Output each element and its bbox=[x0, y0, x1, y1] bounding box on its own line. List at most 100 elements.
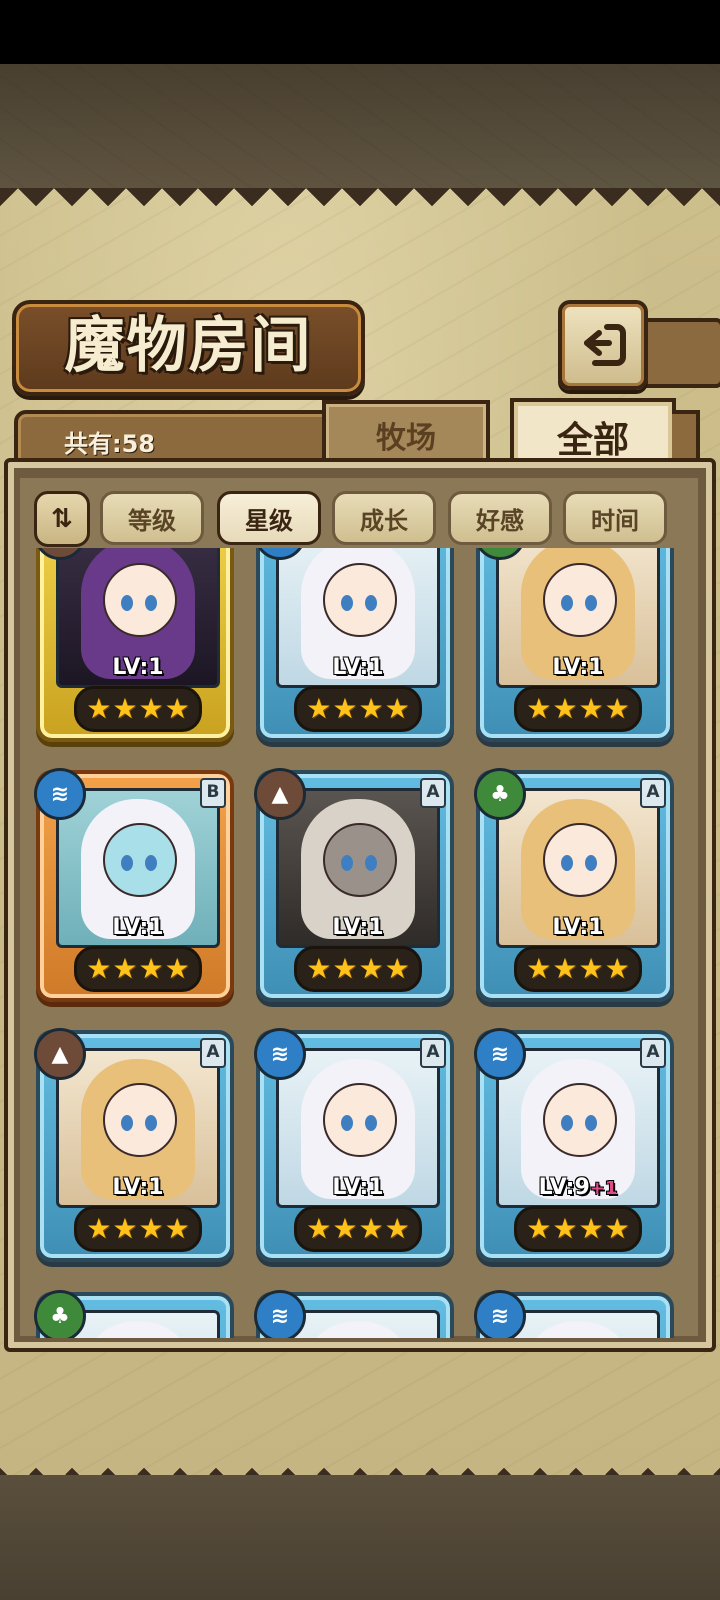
monster-level-text: LV:1 bbox=[552, 655, 604, 680]
monster-portrait: LV:1 bbox=[56, 788, 220, 948]
star-icon: ★ bbox=[604, 692, 630, 725]
monster-card[interactable]: LV:1A♣★★★★ bbox=[474, 548, 674, 742]
star-icon: ★ bbox=[526, 692, 552, 725]
monster-card[interactable]: LV:1A≋★★★★ bbox=[254, 1028, 454, 1262]
monster-rank-badge: A bbox=[640, 1038, 666, 1068]
star-icon: ★ bbox=[86, 952, 112, 985]
monster-card[interactable]: LV:9+1 A ≋ ★ ★ ★ ★ bbox=[474, 1028, 674, 1262]
monster-level: LV:1 bbox=[499, 915, 657, 940]
map-background-bottom bbox=[0, 1475, 720, 1600]
monster-eye-left bbox=[121, 855, 133, 871]
star-rating: ★ ★ ★ ★ bbox=[294, 1206, 422, 1252]
monster-eye-left bbox=[561, 1115, 573, 1131]
star-icon: ★ bbox=[138, 692, 164, 725]
star-icon: ★ bbox=[112, 692, 138, 725]
monster-face bbox=[323, 1083, 397, 1157]
star-rating: ★ ★ ★ ★ bbox=[514, 686, 642, 732]
monster-card[interactable]: ≋ bbox=[474, 1290, 674, 1338]
monster-portrait: LV:1 bbox=[276, 548, 440, 688]
monster-card[interactable]: LV:1A♣★★★★ bbox=[474, 768, 674, 1002]
sort-by-growth-button[interactable]: 成长 bbox=[332, 491, 436, 545]
monster-level-text: LV:9 bbox=[538, 1175, 590, 1200]
monster-list[interactable]: LV:1B▲★★★★LV:1A≋★★★★LV:1A♣★★★★LV:1B≋★★★★… bbox=[24, 548, 694, 1338]
monster-portrait: LV:1 bbox=[496, 548, 660, 688]
star-icon: ★ bbox=[578, 692, 604, 725]
sort-by-level-button[interactable]: 等级 bbox=[100, 491, 204, 545]
monster-eye-left bbox=[341, 595, 353, 611]
star-icon: ★ bbox=[358, 952, 384, 985]
star-icon: ★ bbox=[526, 952, 552, 985]
star-rating: ★ ★ ★ ★ bbox=[294, 946, 422, 992]
monster-eye-left bbox=[121, 1115, 133, 1131]
monster-level-text: LV:1 bbox=[332, 915, 384, 940]
sort-direction-toggle[interactable]: ⇅ bbox=[34, 491, 90, 547]
star-icon: ★ bbox=[112, 1212, 138, 1245]
star-rating: ★ ★ ★ ★ bbox=[514, 946, 642, 992]
back-button[interactable] bbox=[558, 300, 648, 390]
monster-level: LV:1 bbox=[59, 915, 217, 940]
sort-by-affection-button[interactable]: 好感 bbox=[448, 491, 552, 545]
monster-face bbox=[103, 563, 177, 637]
star-icon: ★ bbox=[578, 1212, 604, 1245]
star-icon: ★ bbox=[164, 692, 190, 725]
monster-card[interactable]: ≋ bbox=[254, 1290, 454, 1338]
monster-hair bbox=[81, 1321, 195, 1338]
earth-element-icon: ▲ bbox=[254, 768, 306, 820]
monster-rank-badge: A bbox=[420, 778, 446, 808]
monster-level: LV:1 bbox=[59, 655, 217, 680]
star-rating: ★ ★ ★ ★ bbox=[74, 946, 202, 992]
page-title: 魔物房间 bbox=[64, 311, 313, 381]
monster-face bbox=[543, 1083, 617, 1157]
monster-portrait: LV:1 bbox=[276, 1048, 440, 1208]
star-icon: ★ bbox=[604, 952, 630, 985]
monster-level: LV:1 bbox=[59, 1175, 217, 1200]
monster-card[interactable]: LV:1A≋★★★★ bbox=[254, 548, 454, 742]
monster-hair bbox=[301, 1321, 415, 1338]
star-icon: ★ bbox=[552, 1212, 578, 1245]
sort-by-time-button[interactable]: 时间 bbox=[563, 491, 667, 545]
star-icon: ★ bbox=[552, 692, 578, 725]
star-icon: ★ bbox=[332, 692, 358, 725]
panel-edge-top bbox=[0, 188, 720, 224]
earth-element-icon: ▲ bbox=[34, 1028, 86, 1080]
sort-by-star-button[interactable]: 星级 bbox=[217, 491, 321, 545]
monster-level-text: LV:1 bbox=[112, 655, 164, 680]
title-plate: 魔物房间 bbox=[12, 300, 365, 396]
star-icon: ★ bbox=[332, 952, 358, 985]
monster-eye-left bbox=[121, 595, 133, 611]
monster-level: LV:9+1 bbox=[499, 1175, 657, 1200]
wood-element-icon: ♣ bbox=[34, 1290, 86, 1338]
monster-eye-right bbox=[585, 595, 597, 611]
monster-face bbox=[323, 563, 397, 637]
monster-level: LV:1 bbox=[279, 1175, 437, 1200]
water-element-icon: ≋ bbox=[254, 1028, 306, 1080]
star-rating: ★ ★ ★ ★ bbox=[74, 1206, 202, 1252]
star-icon: ★ bbox=[138, 1212, 164, 1245]
star-icon: ★ bbox=[578, 952, 604, 985]
monster-card[interactable]: ♣ bbox=[34, 1290, 234, 1338]
monster-eye-right bbox=[365, 1115, 377, 1131]
monster-eye-left bbox=[341, 855, 353, 871]
monster-level-bonus: +1 bbox=[589, 1178, 618, 1199]
monster-eye-right bbox=[365, 595, 377, 611]
monster-face bbox=[543, 563, 617, 637]
monster-level: LV:1 bbox=[279, 915, 437, 940]
monster-portrait: LV:1 bbox=[276, 788, 440, 948]
monster-face bbox=[323, 823, 397, 897]
star-icon: ★ bbox=[138, 952, 164, 985]
water-element-icon: ≋ bbox=[34, 768, 86, 820]
star-icon: ★ bbox=[358, 1212, 384, 1245]
monster-card[interactable]: LV:1B▲★★★★ bbox=[34, 548, 234, 742]
monster-level-text: LV:1 bbox=[332, 1175, 384, 1200]
monster-card[interactable]: LV:1 A ▲ ★ ★ ★ ★ bbox=[34, 1028, 234, 1262]
star-icon: ★ bbox=[358, 692, 384, 725]
monster-card[interactable]: LV:1 B ≋ ★ ★ ★ ★ bbox=[34, 768, 234, 1002]
star-icon: ★ bbox=[306, 692, 332, 725]
monster-rank-badge: B bbox=[200, 778, 226, 808]
monster-portrait: LV:1 bbox=[496, 788, 660, 948]
star-icon: ★ bbox=[112, 952, 138, 985]
star-rating: ★ ★ ★ ★ bbox=[294, 686, 422, 732]
wood-element-icon: ♣ bbox=[474, 768, 526, 820]
monster-card[interactable]: LV:1 A ▲ ★ ★ ★ ★ bbox=[254, 768, 454, 1002]
star-icon: ★ bbox=[526, 1212, 552, 1245]
